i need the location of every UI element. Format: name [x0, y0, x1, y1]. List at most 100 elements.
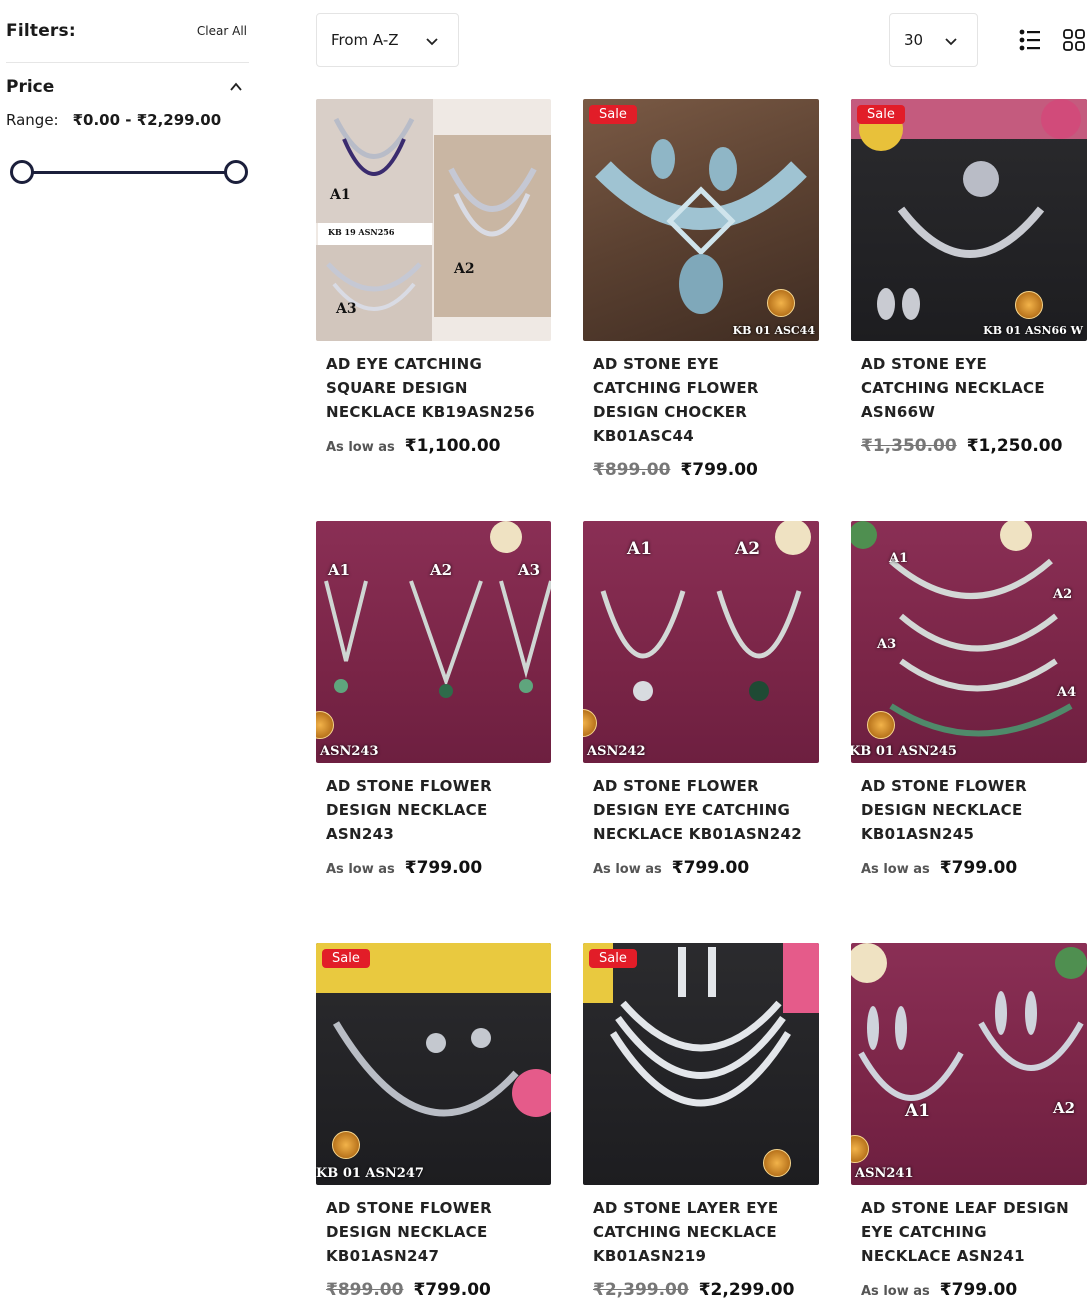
product-name[interactable]: AD STONE FLOWER DESIGN NECKLACE KB01ASN2… — [326, 1196, 541, 1268]
current-price: ₹2,299.00 — [698, 1280, 795, 1300]
product-price: ₹899.00 ₹799.00 — [326, 1280, 541, 1300]
necklace-on-bust-image — [851, 99, 1087, 320]
filters-header: Filters: Clear All — [6, 0, 249, 63]
product-code-overlay: ASN243 — [320, 744, 379, 759]
product-name[interactable]: AD STONE FLOWER DESIGN EYE CATCHING NECK… — [593, 774, 809, 846]
sale-badge: Sale — [589, 105, 637, 124]
necklace-set-image — [324, 521, 551, 698]
variant-label: A1 — [889, 551, 909, 566]
product-name[interactable]: AD STONE LAYER EYE CATCHING NECKLACE KB0… — [593, 1196, 809, 1268]
original-price: ₹1,350.00 — [861, 436, 957, 456]
filter-sidebar: Filters: Clear All Price Range: ₹0.00 - … — [6, 0, 249, 185]
as-low-as-label: As low as — [326, 440, 395, 455]
product-image[interactable]: Sale KB 01 ASN66 W — [851, 99, 1087, 341]
original-price: ₹2,399.00 — [593, 1280, 689, 1300]
clear-all-link[interactable]: Clear All — [197, 24, 247, 38]
grid-view-icon[interactable] — [1062, 28, 1086, 52]
product-price: As low as ₹799.00 — [861, 1280, 1077, 1300]
price-filter-title: Price — [6, 77, 55, 97]
slider-min-handle[interactable] — [10, 160, 34, 184]
current-price: ₹799.00 — [939, 858, 1018, 878]
price-range-slider[interactable] — [6, 159, 248, 185]
product-code-overlay: KB 01 ASN245 — [851, 744, 957, 759]
variant-label: A2 — [1053, 1099, 1076, 1117]
per-page-value: 30 — [904, 31, 924, 49]
product-price: As low as ₹799.00 — [593, 858, 809, 878]
product-image[interactable]: Sale KB 01 ASN247 — [316, 943, 551, 1185]
product-image[interactable]: Sale — [583, 943, 819, 1185]
current-price: ₹799.00 — [413, 1280, 491, 1300]
chevron-up-icon[interactable] — [229, 80, 243, 94]
variant-label: A1 — [905, 1101, 931, 1121]
necklace-set-image — [851, 943, 1087, 1101]
product-price: ₹899.00 ₹799.00 — [593, 460, 809, 480]
brand-logo-icon — [763, 1149, 791, 1177]
price-range-label: Range: — [6, 111, 59, 129]
variant-label: A2 — [430, 561, 453, 579]
variant-label: A3 — [336, 301, 357, 317]
product-grid: A1 A2 A3 KB 19 ASN256 AD EYE CATCHING SQ… — [316, 99, 1087, 1315]
chevron-down-icon — [426, 38, 438, 46]
product-card[interactable]: Sale KB 01 ASN66 W AD STONE EYE CATCHING… — [851, 99, 1087, 521]
chevron-down-icon — [945, 38, 957, 46]
brand-logo-icon — [1015, 291, 1043, 319]
as-low-as-label: As low as — [861, 862, 930, 877]
product-image[interactable]: A1 A2 A3 KB 19 ASN256 — [316, 99, 551, 341]
current-price: ₹1,100.00 — [404, 436, 501, 456]
product-price: As low as ₹1,100.00 — [326, 436, 541, 456]
product-name[interactable]: AD STONE EYE CATCHING NECKLACE ASN66W — [861, 352, 1077, 424]
as-low-as-label: As low as — [593, 862, 662, 877]
variant-label: A1 — [627, 539, 653, 559]
product-card[interactable]: A1 A2 ASN241 AD STONE LEAF DESIGN EYE CA… — [851, 943, 1087, 1315]
sale-badge: Sale — [322, 949, 370, 968]
sort-value: From A-Z — [331, 31, 399, 49]
product-name[interactable]: AD STONE FLOWER DESIGN NECKLACE ASN243 — [326, 774, 541, 846]
variant-label: A1 — [330, 187, 351, 203]
slider-max-handle[interactable] — [224, 160, 248, 184]
variant-label: A2 — [454, 261, 475, 277]
product-card[interactable]: A1 A2 A3 KB 19 ASN256 AD EYE CATCHING SQ… — [316, 99, 551, 521]
slider-track — [18, 171, 232, 174]
sort-select[interactable]: From A-Z — [316, 13, 459, 67]
product-card[interactable]: A1 A2 A3 ASN243 AD STONE FLOWER DESIGN N… — [316, 521, 551, 943]
product-card[interactable]: Sale KB 01 ASC44 AD STONE EYE CATCHING F… — [583, 99, 819, 521]
current-price: ₹799.00 — [680, 460, 758, 480]
variant-label: A4 — [1057, 685, 1077, 700]
price-range-line: Range: ₹0.00 - ₹2,299.00 — [6, 111, 249, 129]
brand-logo-icon — [867, 711, 895, 739]
as-low-as-label: As low as — [326, 862, 395, 877]
layered-necklace-image — [583, 943, 819, 1107]
product-image[interactable]: A1 A2 A3 ASN243 — [316, 521, 551, 763]
product-name[interactable]: AD EYE CATCHING SQUARE DESIGN NECKLACE K… — [326, 352, 541, 424]
sale-badge: Sale — [589, 949, 637, 968]
product-image[interactable]: Sale KB 01 ASC44 — [583, 99, 819, 341]
product-name[interactable]: AD STONE LEAF DESIGN EYE CATCHING NECKLA… — [861, 1196, 1077, 1268]
brand-logo-icon — [767, 289, 795, 317]
sale-badge: Sale — [857, 105, 905, 124]
original-price: ₹899.00 — [593, 460, 671, 480]
variant-label: A2 — [735, 539, 761, 559]
product-price: ₹1,350.00 ₹1,250.00 — [861, 436, 1077, 456]
product-price: ₹2,399.00 ₹2,299.00 — [593, 1280, 809, 1300]
current-price: ₹799.00 — [671, 858, 750, 878]
product-card[interactable]: A1 A2 A3 A4 KB 01 ASN245 AD STONE FLOWER… — [851, 521, 1087, 943]
product-name[interactable]: AD STONE FLOWER DESIGN NECKLACE KB01ASN2… — [861, 774, 1077, 846]
list-view-icon[interactable] — [1018, 28, 1042, 52]
variant-label: A2 — [1053, 587, 1073, 602]
product-code-overlay: ASN241 — [855, 1166, 914, 1181]
current-price: ₹1,250.00 — [966, 436, 1063, 456]
product-image[interactable]: A1 A2 ASN242 — [583, 521, 819, 763]
product-card[interactable]: Sale KB 01 ASN247 AD STONE FLOWER DESIGN… — [316, 943, 551, 1315]
current-price: ₹799.00 — [939, 1280, 1018, 1300]
brand-logo-icon — [332, 1131, 360, 1159]
product-image[interactable]: A1 A2 ASN241 — [851, 943, 1087, 1185]
price-filter-toggle[interactable]: Price — [6, 75, 249, 99]
per-page-select[interactable]: 30 — [889, 13, 978, 67]
product-code-overlay: KB 01 ASC44 — [732, 324, 815, 337]
product-card[interactable]: Sale AD STONE LAYER EYE CATCHING NECKLAC… — [583, 943, 819, 1315]
product-code-overlay: KB 01 ASN247 — [316, 1166, 424, 1181]
product-name[interactable]: AD STONE EYE CATCHING FLOWER DESIGN CHOC… — [593, 352, 809, 448]
filters-title: Filters: — [6, 21, 76, 41]
product-card[interactable]: A1 A2 ASN242 AD STONE FLOWER DESIGN EYE … — [583, 521, 819, 943]
product-image[interactable]: A1 A2 A3 A4 KB 01 ASN245 — [851, 521, 1087, 763]
